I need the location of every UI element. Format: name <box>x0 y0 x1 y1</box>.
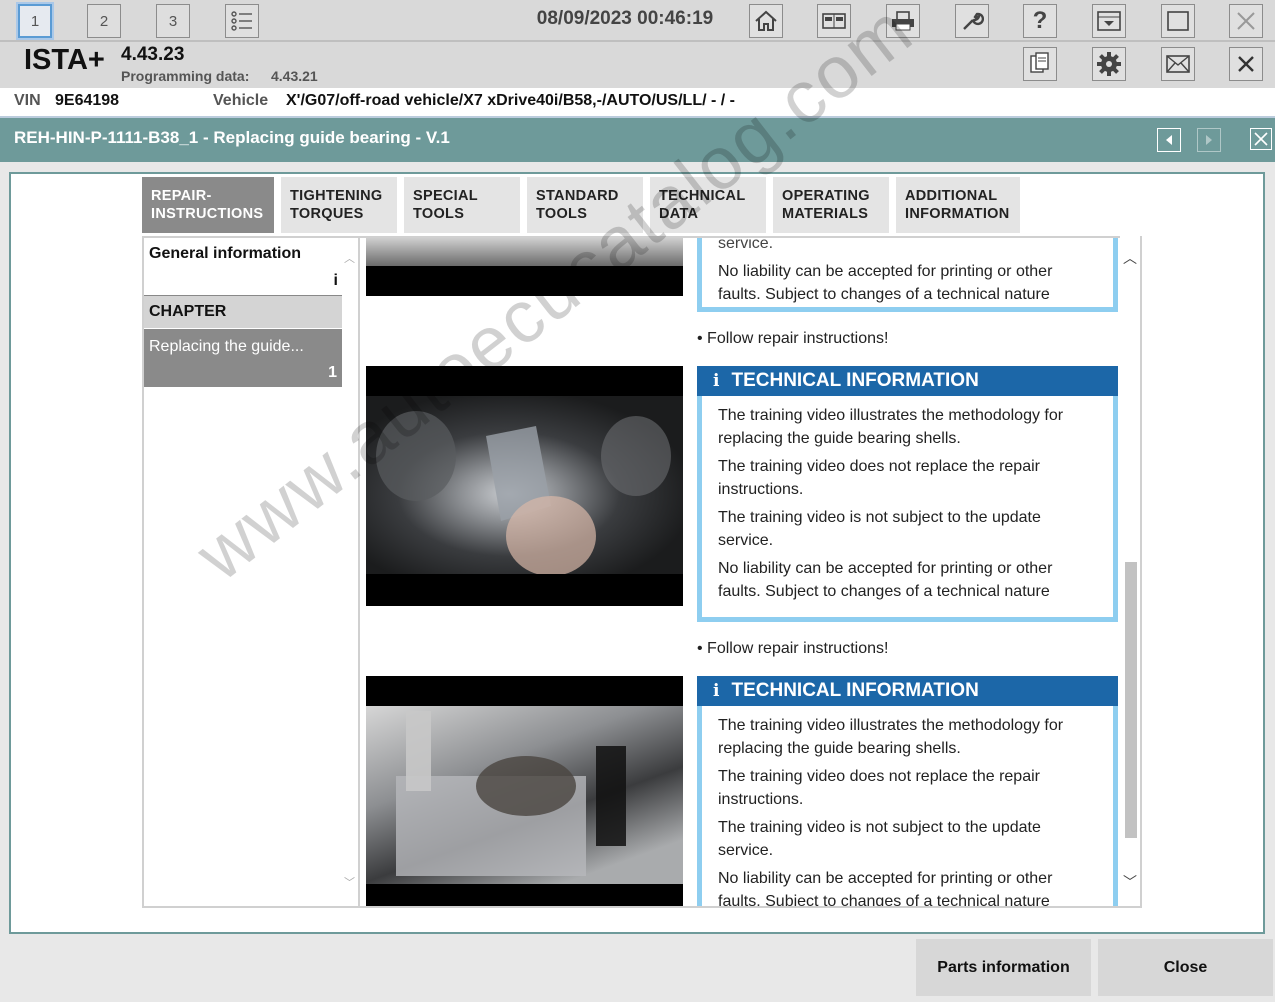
tab-label-line2: MATERIALS <box>782 206 869 222</box>
datetime: 08/09/2023 00:46:19 <box>536 8 714 29</box>
programming-data-value: 4.43.21 <box>271 68 318 84</box>
vin-label: VIN <box>14 92 41 109</box>
tab-operating-materials[interactable]: OPERATING MATERIALS <box>773 177 889 233</box>
general-information-label: General information <box>149 245 302 262</box>
tab-label-line1: STANDARD <box>536 188 619 204</box>
tab-label-line2: INSTRUCTIONS <box>151 206 264 222</box>
compare-icon[interactable] <box>817 4 851 38</box>
video-frame <box>366 396 683 574</box>
tab-additional-information[interactable]: ADDITIONAL INFORMATION <box>896 177 1020 233</box>
tab-label-line1: ADDITIONAL <box>905 188 998 204</box>
video-frame <box>366 238 683 266</box>
info-liability: No liability can be accepted for printin… <box>718 263 1053 303</box>
programming-data-label: Programming data: <box>121 68 250 84</box>
training-video-3[interactable] <box>366 676 683 906</box>
tab-label-line1: SPECIAL <box>413 188 478 204</box>
chapter-item-label: Replacing the guide... <box>149 338 304 355</box>
training-video-2[interactable] <box>366 366 683 606</box>
mail-icon[interactable] <box>1161 47 1195 81</box>
scroll-up-icon[interactable]: ︿ <box>1123 248 1137 268</box>
close-button[interactable]: Close <box>1098 939 1273 996</box>
info-icon: i <box>713 371 720 391</box>
tab-label-line1: TIGHTENING <box>290 188 383 204</box>
tab-label-line2: INFORMATION <box>905 206 1010 222</box>
technical-info-box-3: i TECHNICAL INFORMATION The training vide… <box>697 676 1118 908</box>
info-liability: No liability can be accepted for printin… <box>718 870 1053 908</box>
general-information-marker: i <box>333 272 338 289</box>
session-tab-3[interactable]: 3 <box>156 4 190 38</box>
help-icon[interactable]: ? <box>1023 4 1057 38</box>
tab-label-line2: TOOLS <box>413 206 465 222</box>
follow-text: Follow repair instructions! <box>707 330 889 347</box>
follow-text: Follow repair instructions! <box>707 640 889 657</box>
vehicle-value: X'/G07/off-road vehicle/X7 xDrive40i/B58… <box>286 92 735 109</box>
vehicle-label: Vehicle <box>213 92 269 109</box>
info-liability: No liability can be accepted for printin… <box>718 560 1053 600</box>
chapter-header: CHAPTER <box>144 296 342 328</box>
technical-info-heading: TECHNICAL INFORMATION <box>731 370 979 391</box>
training-video-1[interactable] <box>366 238 683 296</box>
tab-label-line2: TORQUES <box>290 206 364 222</box>
left-scroll-up-icon[interactable]: ︿ <box>344 250 355 266</box>
window-maximize-icon[interactable] <box>1161 4 1195 38</box>
home-icon[interactable] <box>749 4 783 38</box>
chapter-navigation-pane: General information i CHAPTER Replacing … <box>142 236 360 908</box>
chapter-item-selected[interactable]: Replacing the guide... 1 <box>144 329 342 387</box>
scroll-down-icon[interactable]: ﹀ <box>1123 872 1137 892</box>
print-icon[interactable] <box>886 4 920 38</box>
settings-gear-icon[interactable] <box>1092 47 1126 81</box>
left-scroll-down-icon[interactable]: ﹀ <box>344 874 355 890</box>
tab-repair-instructions[interactable]: REPAIR- INSTRUCTIONS <box>142 177 274 233</box>
parts-information-button[interactable]: Parts information <box>916 939 1091 996</box>
app-name: ISTA+ <box>24 44 105 76</box>
info-paragraph-2: The training video does not replace the … <box>718 768 1040 808</box>
info-paragraph-1: The training video illustrates the metho… <box>718 407 1064 447</box>
app-version: 4.43.23 <box>121 44 185 65</box>
chapter-label: CHAPTER <box>149 303 227 320</box>
session-tab-1[interactable]: 1 <box>16 2 54 40</box>
technical-info-header: i TECHNICAL INFORMATION <box>697 676 1118 706</box>
content-scrollbar[interactable]: ︿ ﹀ <box>1120 236 1140 906</box>
info-partial-text: service. <box>718 236 774 252</box>
tab-special-tools[interactable]: SPECIAL TOOLS <box>404 177 520 233</box>
info-paragraph-3: The training video is not subject to the… <box>718 509 1041 549</box>
close-app-icon[interactable] <box>1229 4 1263 38</box>
info-paragraph-2: The training video does not replace the … <box>718 458 1040 498</box>
tab-tightening-torques[interactable]: TIGHTENING TORQUES <box>281 177 397 233</box>
info-icon: i <box>713 681 720 701</box>
scroll-thumb[interactable] <box>1125 562 1137 838</box>
close-document-icon[interactable] <box>1250 128 1272 150</box>
technical-info-header: i TECHNICAL INFORMATION <box>697 366 1118 396</box>
next-arrow-icon[interactable] <box>1197 128 1221 152</box>
list-icon[interactable] <box>225 4 259 38</box>
previous-arrow-icon[interactable] <box>1157 128 1181 152</box>
session-tab-2[interactable]: 2 <box>87 4 121 38</box>
video-frame <box>366 706 683 884</box>
document-title: REH-HIN-P-1111-B38_1 - Replacing guide b… <box>14 128 450 147</box>
documents-icon[interactable] <box>1023 47 1057 81</box>
tab-label-line1: OPERATING <box>782 188 870 204</box>
tab-standard-tools[interactable]: STANDARD TOOLS <box>527 177 643 233</box>
info-paragraph-1: The training video illustrates the metho… <box>718 717 1064 757</box>
tab-label-line1: TECHNICAL <box>659 188 746 204</box>
technical-info-box-1: service. No liability can be accepted fo… <box>697 236 1118 312</box>
close-session-icon[interactable] <box>1229 47 1263 81</box>
info-paragraph-3: The training video is not subject to the… <box>718 819 1041 859</box>
dropdown-panel-icon[interactable] <box>1092 4 1126 38</box>
chapter-item-number: 1 <box>328 364 337 381</box>
general-information-item[interactable]: General information i <box>144 238 342 296</box>
vin-value: 9E64198 <box>55 92 120 109</box>
follow-instructions-1: • Follow repair instructions! <box>697 330 889 347</box>
tab-technical-data[interactable]: TECHNICAL DATA <box>650 177 766 233</box>
repair-content-pane: service. No liability can be accepted fo… <box>360 236 1142 908</box>
technical-info-box-2: i TECHNICAL INFORMATION The training vide… <box>697 366 1118 622</box>
wrench-icon[interactable] <box>955 4 989 38</box>
tab-label-line1: REPAIR- <box>151 188 212 204</box>
technical-info-heading: TECHNICAL INFORMATION <box>731 680 979 701</box>
follow-instructions-2: • Follow repair instructions! <box>697 640 889 657</box>
tab-label-line2: TOOLS <box>536 206 588 222</box>
tab-label-line2: DATA <box>659 206 699 222</box>
